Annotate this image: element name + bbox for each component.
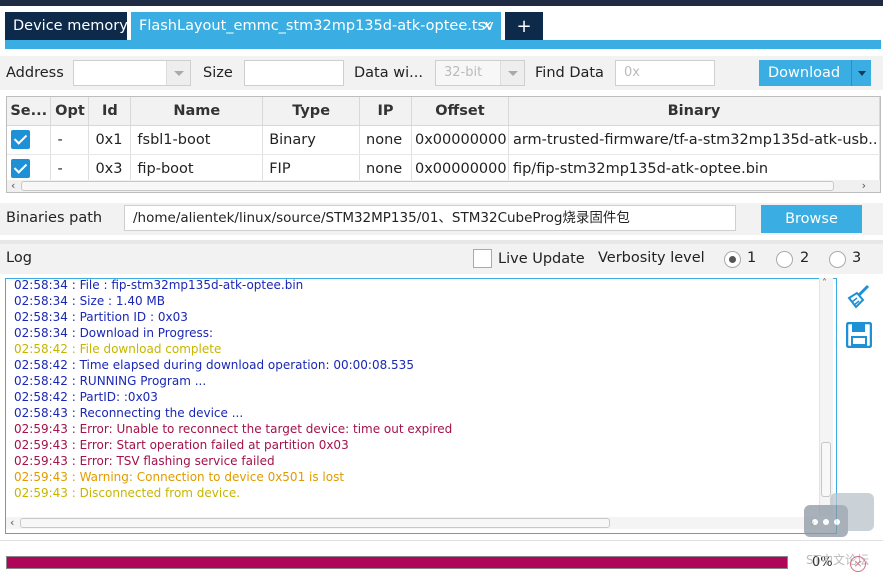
verbosity-radio-2[interactable]: [776, 251, 793, 268]
row-ip: none: [359, 154, 412, 184]
log-horizontal-scrollbar[interactable]: ‹ ›: [6, 517, 819, 529]
checkbox-checked-icon[interactable]: [11, 130, 30, 149]
row-opt: -: [50, 125, 90, 155]
row-name: fip-boot: [130, 154, 264, 184]
row-ip: none: [359, 125, 412, 155]
download-label: Download: [768, 65, 841, 81]
scroll-left-icon[interactable]: ‹: [11, 180, 15, 192]
watermark-chat-icon: [804, 493, 876, 545]
tab-underline: [5, 40, 881, 49]
partition-table: Se... Opt Id Name Type IP Offset Binary …: [6, 96, 881, 193]
chevron-down-icon[interactable]: [500, 61, 524, 85]
find-data-placeholder: 0x: [624, 65, 640, 80]
verbosity-radio-1[interactable]: [724, 251, 741, 268]
row-type: FIP: [262, 154, 361, 184]
tab-flash-layout-label: FlashLayout_emmc_stm32mp135d-atk-optee.t…: [139, 18, 494, 34]
row-binary: arm-trusted-firmware/tf-a-stm32mp135d-at…: [508, 125, 881, 155]
verbosity-option-1: 1: [747, 250, 757, 266]
clear-log-broom-icon[interactable]: [846, 284, 872, 310]
log-scroll-thumb[interactable]: [821, 442, 831, 497]
live-update-label: Live Update: [498, 251, 585, 267]
log-line: 02:58:34 : Partition ID : 0x03: [14, 310, 188, 324]
log-header: Log Live Update Verbosity level 1 2 3: [0, 244, 883, 274]
col-id[interactable]: Id: [88, 97, 132, 126]
address-combo[interactable]: [73, 60, 191, 86]
verbosity-radio-3[interactable]: [829, 251, 846, 268]
binaries-row: Binaries path /home/alientek/linux/sourc…: [0, 203, 883, 235]
col-name[interactable]: Name: [130, 97, 264, 126]
progress-bar-track: [6, 556, 788, 569]
binaries-path-label: Binaries path: [6, 210, 103, 226]
size-input[interactable]: [244, 60, 344, 86]
verbosity-option-2: 2: [800, 250, 810, 266]
col-binary[interactable]: Binary: [508, 97, 881, 126]
verbosity-option-3: 3: [852, 250, 862, 266]
log-line: 02:59:43 : Error: TSV flashing service f…: [14, 454, 275, 468]
log-line: 02:59:43 : Disconnected from device.: [14, 486, 241, 500]
col-opt[interactable]: Opt: [50, 97, 90, 126]
divider: [0, 540, 883, 541]
binaries-path-input[interactable]: /home/alientek/linux/source/STM32MP135/0…: [124, 205, 736, 231]
verbosity-label: Verbosity level: [598, 250, 705, 266]
data-width-label: Data wi...: [354, 65, 423, 81]
download-button[interactable]: Download: [759, 60, 871, 86]
checkbox-checked-icon[interactable]: [11, 159, 30, 178]
find-data-input[interactable]: 0x: [615, 60, 715, 86]
row-id: 0x3: [88, 154, 132, 184]
log-line: 02:58:42 : Time elapsed during download …: [14, 358, 414, 372]
row-id: 0x1: [88, 125, 132, 155]
log-line: 02:58:43 : Reconnecting the device ...: [14, 406, 244, 420]
row-name: fsbl1-boot: [130, 125, 264, 155]
row-type: Binary: [262, 125, 361, 155]
scroll-thumb[interactable]: [20, 518, 610, 528]
col-ip[interactable]: IP: [359, 97, 412, 126]
find-data-label: Find Data: [535, 65, 604, 81]
log-title: Log: [6, 250, 32, 266]
scroll-left-icon[interactable]: ‹: [10, 517, 14, 529]
row-select[interactable]: [7, 125, 52, 155]
log-line: 02:58:34 : Download in Progress:: [14, 326, 214, 340]
tab-device-memory-label: Device memory: [13, 18, 128, 34]
data-width-combo[interactable]: 32-bit: [435, 60, 525, 86]
col-offset[interactable]: Offset: [411, 97, 509, 126]
address-label: Address: [6, 65, 64, 81]
browse-button[interactable]: Browse: [761, 205, 862, 233]
size-label: Size: [203, 65, 233, 81]
log-line: 02:58:34 : File : fip-stm32mp135d-atk-op…: [14, 278, 304, 292]
row-offset: 0x00000000: [411, 154, 509, 184]
col-type[interactable]: Type: [262, 97, 361, 126]
table-row[interactable]: - 0x3 fip-boot FIP none 0x00000000 fip/f…: [7, 154, 881, 184]
table-horizontal-scrollbar[interactable]: ‹ ›: [7, 180, 880, 192]
progress-bar-fill: [7, 557, 787, 568]
data-width-value: 32-bit: [444, 65, 483, 80]
log-output[interactable]: 02:58:34 : File : fip-stm32mp135d-atk-op…: [5, 278, 837, 534]
row-opt: -: [50, 154, 90, 184]
log-line: 02:58:42 : PartID: :0x03: [14, 390, 158, 404]
close-icon[interactable]: ×: [481, 12, 493, 41]
log-line: 02:59:43 : Error: Unable to reconnect th…: [14, 422, 453, 436]
chevron-down-icon[interactable]: [166, 61, 190, 85]
log-line: 02:58:34 : Size : 1.40 MB: [14, 294, 165, 308]
live-update-checkbox[interactable]: [473, 249, 492, 268]
log-line: 02:59:43 : Warning: Connection to device…: [14, 470, 345, 484]
close-circle-icon[interactable]: ×: [850, 556, 866, 572]
row-binary: fip/fip-stm32mp135d-atk-optee.bin: [508, 154, 881, 184]
scroll-right-icon[interactable]: ›: [862, 180, 866, 192]
scroll-thumb[interactable]: [21, 181, 834, 191]
log-line: 02:58:42 : File download complete: [14, 342, 222, 356]
row-offset: 0x00000000: [411, 125, 509, 155]
log-line: 02:59:43 : Error: Start operation failed…: [14, 438, 349, 452]
save-log-icon[interactable]: [845, 321, 873, 349]
log-line: 02:58:42 : RUNNING Program ...: [14, 374, 207, 388]
col-select[interactable]: Se...: [7, 97, 52, 126]
table-row[interactable]: - 0x1 fsbl1-boot Binary none 0x00000000 …: [7, 125, 881, 155]
chevron-down-icon[interactable]: [851, 60, 871, 86]
scroll-up-icon[interactable]: ˄: [822, 278, 827, 289]
filter-bar: Address Size Data wi... 32-bit Find Data…: [0, 56, 883, 90]
